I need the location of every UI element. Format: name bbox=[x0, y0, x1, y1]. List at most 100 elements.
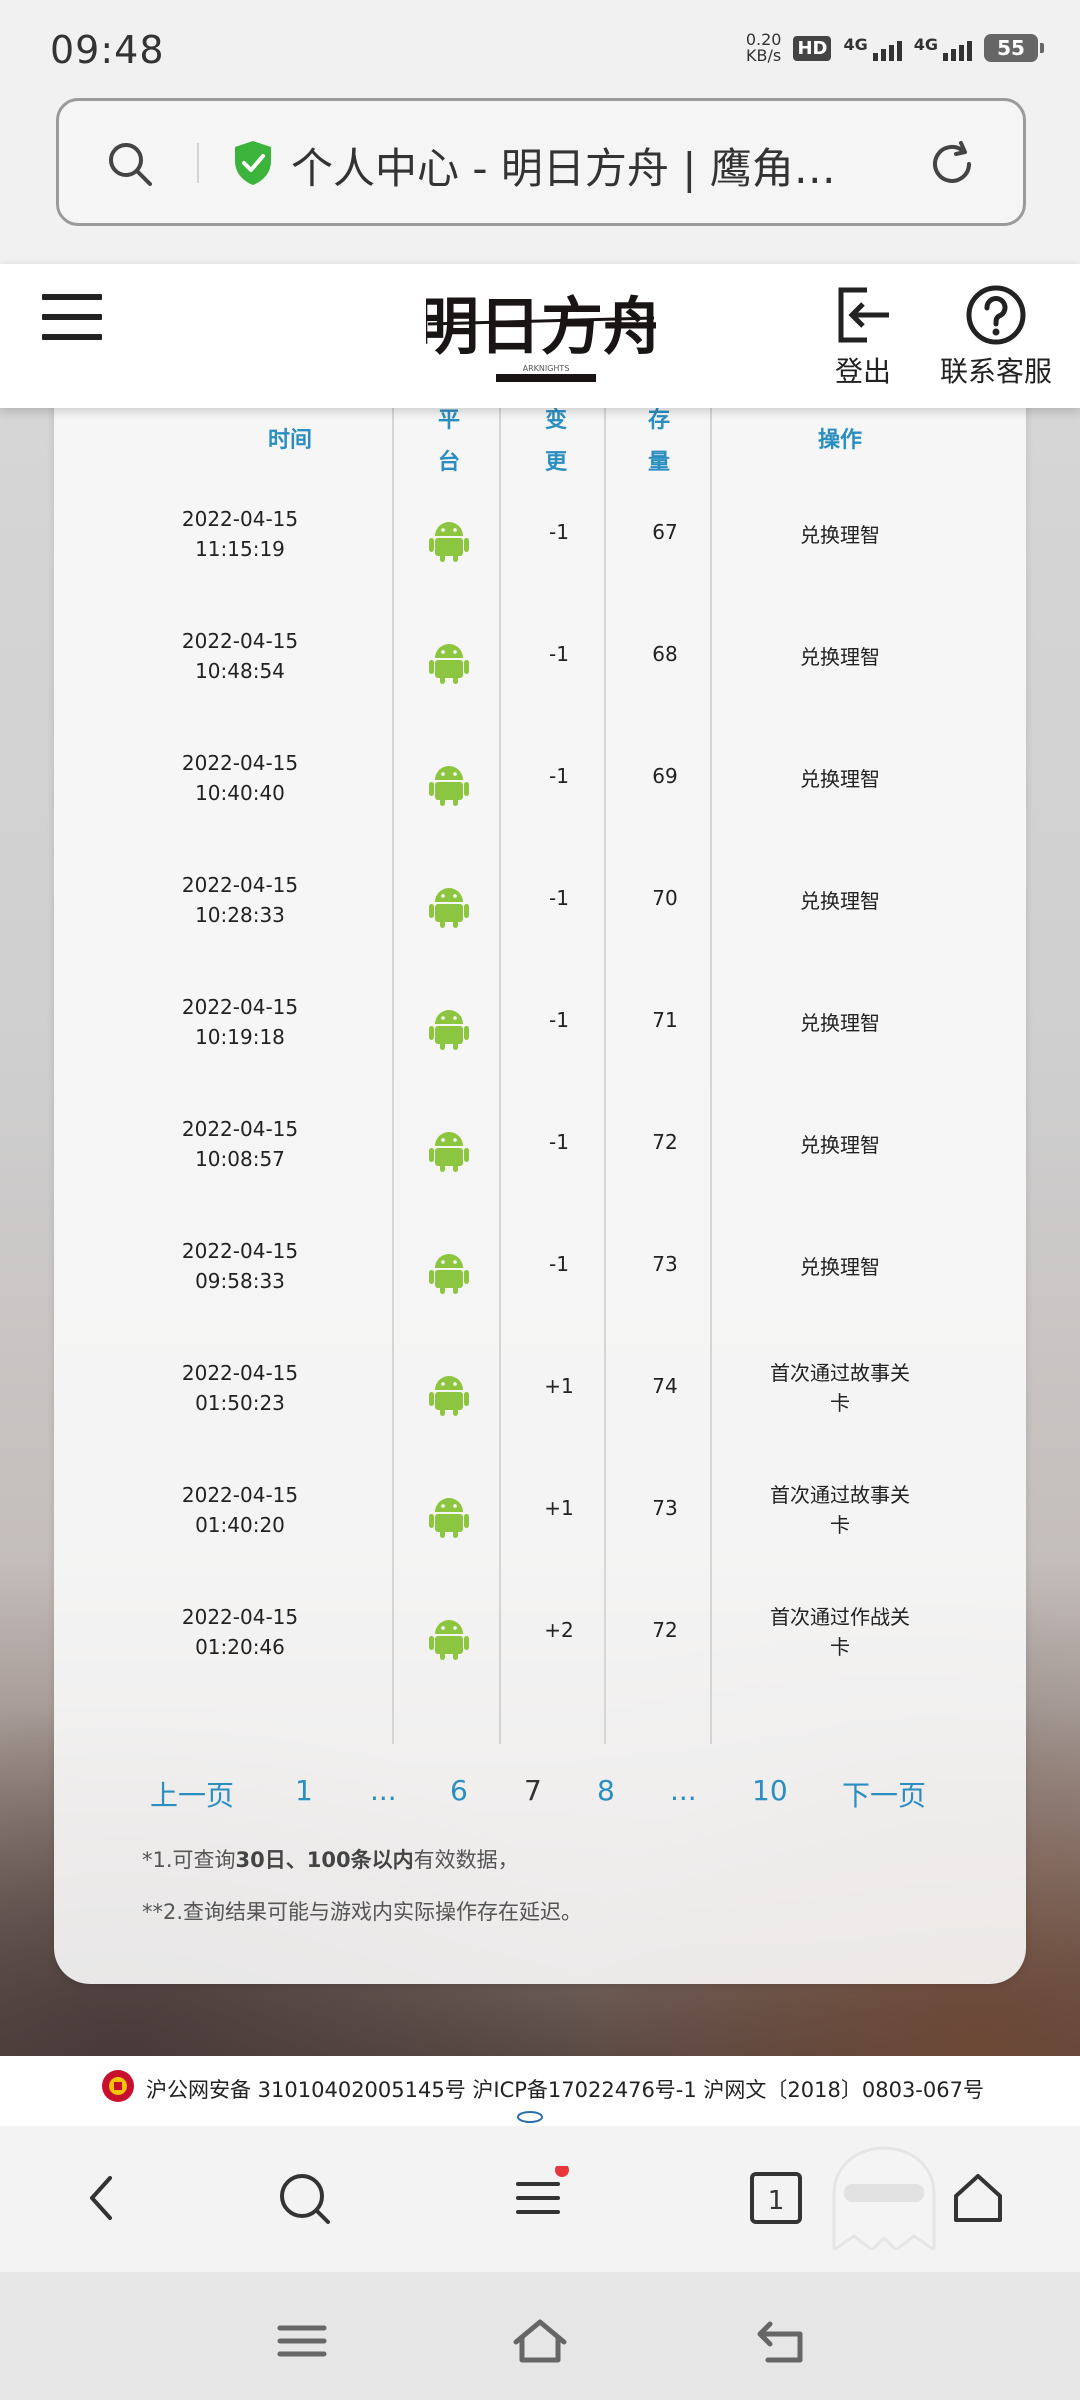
back-nav-icon[interactable] bbox=[752, 2316, 812, 2366]
record-action: 兑换理智 bbox=[800, 1133, 880, 1157]
record-change: +2 bbox=[544, 1618, 574, 1642]
arknights-logo[interactable]: 明日方舟 ARKNIGHTS bbox=[426, 278, 656, 396]
record-action: 兑换理智 bbox=[800, 645, 880, 669]
record-stock: 73 bbox=[652, 1496, 678, 1520]
address-bar[interactable]: 个人中心 - 明日方舟 | 鹰角… bbox=[56, 98, 1026, 226]
recent-apps-icon[interactable] bbox=[272, 2316, 332, 2366]
page-1-link[interactable]: 1 bbox=[295, 1774, 313, 1807]
logout-button[interactable]: 登出 bbox=[828, 284, 898, 390]
table-row: 2022-04-15 10:08:57 -1 72 兑换理智 bbox=[54, 1114, 1026, 1236]
page-8-link[interactable]: 8 bbox=[597, 1774, 615, 1807]
record-stock: 69 bbox=[652, 764, 678, 788]
record-stock: 71 bbox=[652, 1008, 678, 1032]
police-badge-icon bbox=[102, 2070, 134, 2102]
signal-sim1-icon: 4G bbox=[843, 35, 902, 61]
current-page: 7 bbox=[524, 1774, 542, 1807]
customer-service-button[interactable]: 联系客服 bbox=[926, 284, 1066, 390]
record-change: -1 bbox=[549, 642, 569, 666]
record-time: 2022-04-15 10:28:33 bbox=[181, 873, 299, 927]
page-title[interactable]: 个人中心 - 明日方舟 | 鹰角… bbox=[291, 135, 891, 196]
svg-text:ARKNIGHTS: ARKNIGHTS bbox=[523, 364, 570, 373]
help-icon bbox=[966, 285, 1026, 345]
prev-page-link[interactable]: 上一页 bbox=[150, 1774, 234, 1814]
record-change: -1 bbox=[549, 520, 569, 544]
hd-voice-icon: HD bbox=[793, 35, 832, 61]
page-ellipsis: ... bbox=[370, 1774, 397, 1807]
record-stock: 72 bbox=[652, 1130, 678, 1154]
record-time: 2022-04-15 10:19:18 bbox=[181, 995, 299, 1049]
table-header: 时间 平台 变更 存量 操作 bbox=[54, 400, 1026, 500]
svg-text:明日方舟: 明日方舟 bbox=[426, 290, 656, 363]
record-time: 2022-04-15 01:40:20 bbox=[181, 1483, 299, 1537]
record-action: 兑换理智 bbox=[800, 767, 880, 791]
tabs-icon: 1 bbox=[750, 2172, 802, 2224]
record-stock: 68 bbox=[652, 642, 678, 666]
page-6-link[interactable]: 6 bbox=[450, 1774, 468, 1807]
back-icon[interactable] bbox=[70, 2166, 134, 2230]
record-action: 首次通过故事关卡 bbox=[770, 1361, 910, 1415]
page-ellipsis: ... bbox=[670, 1774, 697, 1807]
site-header: 明日方舟 ARKNIGHTS 登出 联系客服 bbox=[0, 264, 1080, 408]
system-navigation-bar bbox=[0, 2272, 1080, 2400]
android-icon bbox=[424, 1494, 474, 1543]
clock: 09:48 bbox=[50, 28, 165, 72]
android-icon bbox=[424, 1616, 474, 1665]
note-2: **2.查询结果可能与游戏内实际操作存在延迟。 bbox=[142, 1900, 583, 1924]
tabs-button[interactable]: 1 bbox=[744, 2166, 808, 2230]
android-icon bbox=[424, 1250, 474, 1299]
record-time: 2022-04-15 01:20:46 bbox=[181, 1605, 299, 1659]
home-icon[interactable] bbox=[946, 2166, 1010, 2230]
record-change: +1 bbox=[544, 1374, 574, 1398]
android-icon bbox=[424, 1128, 474, 1177]
record-change: -1 bbox=[549, 764, 569, 788]
search-icon[interactable] bbox=[105, 139, 155, 189]
header-action: 操作 bbox=[817, 428, 862, 453]
home-nav-icon[interactable] bbox=[510, 2316, 570, 2366]
header-stock: 存量 bbox=[647, 408, 670, 475]
table-row: 2022-04-15 11:15:19 -1 67 兑换理智 bbox=[54, 504, 1026, 626]
icp-text[interactable]: 沪公网安备 31010402005145号 沪ICP备17022476号-1 沪… bbox=[146, 2074, 984, 2104]
record-action: 兑换理智 bbox=[800, 1255, 880, 1279]
table-row: 2022-04-15 10:48:54 -1 68 兑换理智 bbox=[54, 626, 1026, 748]
record-stock: 70 bbox=[652, 886, 678, 910]
search-icon[interactable] bbox=[272, 2166, 336, 2230]
site-mini-logo bbox=[517, 2111, 543, 2123]
record-change: -1 bbox=[549, 1252, 569, 1276]
header-change: 变更 bbox=[544, 408, 567, 475]
svg-text:1: 1 bbox=[768, 2186, 785, 2216]
note-1: *1.可查询30日、100条以内有效数据， bbox=[142, 1848, 519, 1872]
table-row: 2022-04-15 09:58:33 -1 73 兑换理智 bbox=[54, 1236, 1026, 1358]
header-platform: 平台 bbox=[437, 408, 460, 475]
next-page-link[interactable]: 下一页 bbox=[842, 1774, 926, 1814]
record-change: +1 bbox=[544, 1496, 574, 1520]
record-change: -1 bbox=[549, 1130, 569, 1154]
record-action: 首次通过作战关卡 bbox=[770, 1605, 910, 1659]
incognito-mascot-icon bbox=[832, 2146, 936, 2250]
status-bar: 09:48 0.20 KB/s HD 4G 4G 55 bbox=[0, 0, 1080, 96]
pagination: 上一页 1 ... 6 7 8 ... 10 下一页 bbox=[54, 1764, 1026, 1824]
signal-sim2-icon: 4G bbox=[914, 35, 972, 61]
record-time: 2022-04-15 10:08:57 bbox=[181, 1117, 299, 1171]
reload-icon[interactable] bbox=[925, 137, 979, 191]
record-time: 2022-04-15 10:40:40 bbox=[181, 751, 299, 805]
sanity-record-card: 时间 平台 变更 存量 操作 2022-04-15 11:15:19 -1 67 兑换理… bbox=[54, 360, 1026, 1984]
android-icon bbox=[424, 1372, 474, 1421]
table-row: 2022-04-15 01:20:46 +2 72 首次通过作战关卡 bbox=[54, 1602, 1026, 1724]
network-speed: 0.20 KB/s bbox=[745, 30, 782, 65]
table-row: 2022-04-15 10:28:33 -1 70 兑换理智 bbox=[54, 870, 1026, 992]
record-change: -1 bbox=[549, 1008, 569, 1032]
logout-icon bbox=[838, 287, 889, 343]
battery-icon: 55 bbox=[984, 34, 1044, 62]
record-action: 兑换理智 bbox=[800, 523, 880, 547]
record-time: 2022-04-15 09:58:33 bbox=[181, 1239, 299, 1293]
record-action: 首次通过故事关卡 bbox=[770, 1483, 910, 1537]
header-time: 时间 bbox=[267, 428, 312, 453]
menu-button[interactable] bbox=[506, 2163, 570, 2230]
table-row: 2022-04-15 10:19:18 -1 71 兑换理智 bbox=[54, 992, 1026, 1114]
menu-icon[interactable] bbox=[42, 294, 102, 340]
android-icon bbox=[424, 1006, 474, 1055]
page-10-link[interactable]: 10 bbox=[752, 1774, 788, 1807]
browser-toolbar: 1 bbox=[0, 2126, 1080, 2272]
record-stock: 73 bbox=[652, 1252, 678, 1276]
android-icon bbox=[424, 762, 474, 811]
